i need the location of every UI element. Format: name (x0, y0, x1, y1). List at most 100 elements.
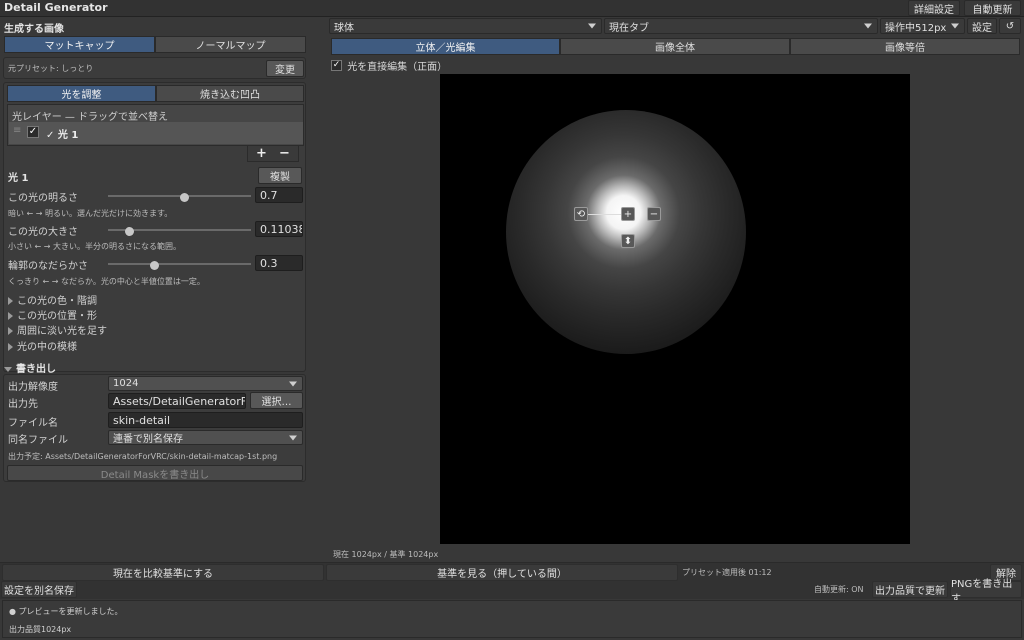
chevron-down-icon (289, 381, 297, 386)
preset-row: 元プリセット: しっとり 変更 (3, 57, 306, 79)
auto-update-status: 自動更新: ON (814, 585, 864, 594)
softness-slider[interactable] (108, 261, 251, 273)
browse-button[interactable]: 選択… (250, 392, 303, 409)
layer-add-remove: + − (247, 145, 299, 162)
update-quality-button[interactable]: 出力品質で更新 (872, 581, 948, 598)
layer-visible-checkbox[interactable]: ✓ (27, 126, 39, 138)
vertical-handle-icon[interactable]: ⬍ (621, 234, 635, 248)
window-title: Detail Generator (4, 1, 108, 14)
add-layer-button[interactable]: + (256, 146, 267, 161)
advanced-settings-button[interactable]: 詳細設定 (908, 0, 960, 16)
tab-whole-image[interactable]: 画像全体 (560, 38, 790, 55)
resolution-value: 1024 (113, 378, 139, 389)
tab-bake-relief[interactable]: 焼き込む凹凸 (156, 85, 304, 102)
shape-value: 球体 (334, 22, 354, 34)
softness-field[interactable]: 0.3 (255, 255, 303, 271)
info-bullet-icon: ● (9, 607, 19, 616)
resolution-dropdown[interactable]: 1024 (108, 376, 303, 391)
tab-3d-light-edit[interactable]: 立体／光編集 (331, 38, 560, 55)
fold-ambient[interactable]: 周囲に淡い光を足す (8, 322, 107, 337)
fold-arrow-icon (8, 343, 13, 351)
softness-label: 輪郭のなだらかさ (8, 261, 88, 272)
rotate-handle-icon[interactable]: ⟲ (574, 207, 588, 221)
log-line-2: 出力品質1024px (9, 625, 72, 634)
preview-resolution-value: 操作中512px (885, 22, 947, 34)
brightness-label: この光の明るさ (8, 193, 78, 204)
log-panel: ● プレビューを更新しました。 出力品質1024px (2, 600, 1022, 638)
log-line-1: ● プレビューを更新しました。 (9, 606, 123, 617)
preset-time: プリセット適用後 01:12 (682, 568, 772, 577)
fold-color[interactable]: この光の色・階調 (8, 292, 97, 307)
chevron-down-icon (289, 435, 297, 440)
scale-handle-icon[interactable]: − (647, 207, 661, 221)
layer-item-label: ✓ 光 1 (46, 130, 79, 141)
export-mask-button[interactable]: Detail Maskを書き出し (7, 465, 303, 481)
filename-label: ファイル名 (8, 418, 58, 429)
brightness-field[interactable]: 0.7 (255, 187, 303, 203)
fold-pattern[interactable]: 光の中の模様 (8, 338, 77, 353)
refresh-icon[interactable]: ↺ (999, 18, 1021, 34)
fold-position[interactable]: この光の位置・形 (8, 307, 97, 322)
size-slider[interactable] (108, 227, 251, 239)
direct-edit-label: 光を直接編集（正面） (347, 62, 448, 73)
brightness-hint: 暗い ← → 明るい。選んだ光だけに効きます。 (8, 209, 173, 218)
drag-handle-icon[interactable]: ≡ (13, 125, 21, 136)
dest-label: 出力先 (8, 399, 38, 410)
preview-resolution-dropdown[interactable]: 操作中512px (880, 18, 965, 34)
direct-edit-checkbox[interactable]: ✓ (331, 60, 342, 71)
log-text-1: プレビューを更新しました。 (18, 607, 123, 616)
direct-edit-checkbox-row[interactable]: ✓ 光を直接編集（正面） (331, 58, 447, 73)
preview-canvas[interactable]: ⟲ + − ⬍ (440, 74, 910, 544)
set-baseline-button[interactable]: 現在を比較基準にする (2, 564, 324, 581)
brightness-slider-knob[interactable] (180, 193, 190, 202)
same-name-value: 連番で別名保存 (113, 434, 183, 445)
layer-item[interactable]: ≡ ✓ ✓ 光 1 (9, 122, 303, 144)
compare-bar: 現在を比較基準にする 基準を見る（押している間） プリセット適用後 01:12 … (0, 562, 1024, 581)
duplicate-button[interactable]: 複製 (258, 167, 302, 184)
chevron-down-icon (588, 23, 596, 29)
tab-normal-map[interactable]: ノーマルマップ (155, 36, 306, 53)
light-panel: 光を調整 焼き込む凹凸 光レイヤー — ドラッグで並べ替え ≡ ✓ ✓ 光 1 … (3, 82, 306, 372)
size-field[interactable]: 0.110386 (255, 221, 303, 237)
export-png-button[interactable]: PNGを書き出す (950, 579, 1022, 605)
preset-label: 元プリセット: しっとり (8, 64, 94, 73)
shape-dropdown[interactable]: 球体 (329, 18, 602, 34)
section-generate-title: 生成する画像 (4, 24, 64, 35)
dest-field[interactable]: Assets/DetailGeneratorForVRC (108, 393, 246, 409)
softness-slider-knob[interactable] (149, 261, 159, 270)
same-name-dropdown[interactable]: 連番で別名保存 (108, 430, 303, 445)
planned-path: 出力予定: Assets/DetailGeneratorForVRC/skin-… (8, 452, 278, 461)
title-bar: Detail Generator 詳細設定 自動更新 (0, 0, 1024, 17)
tab-adjust-light[interactable]: 光を調整 (7, 85, 156, 102)
move-handle-icon[interactable]: + (621, 207, 635, 221)
fold-arrow-icon (8, 327, 13, 335)
size-info: 現在 1024px / 基準 1024px (333, 550, 439, 559)
view-baseline-button[interactable]: 基準を見る（押している間） (326, 564, 678, 581)
settings-button[interactable]: 設定 (967, 18, 997, 34)
chevron-down-icon (864, 23, 872, 29)
brightness-slider[interactable] (108, 193, 251, 205)
filename-field[interactable]: skin-detail (108, 412, 303, 428)
size-label: この光の大きさ (8, 227, 78, 238)
auto-update-button[interactable]: 自動更新 (964, 0, 1021, 16)
size-slider-knob[interactable] (125, 227, 135, 236)
light-gizmo-line (588, 214, 622, 215)
fold-arrow-icon (8, 297, 13, 305)
matcap-sphere (506, 110, 746, 354)
resolution-label: 出力解像度 (8, 382, 58, 393)
fold-color-label: この光の色・階調 (17, 296, 97, 307)
remove-layer-button[interactable]: − (279, 146, 290, 161)
save-settings-as-button[interactable]: 設定を別名保存 (1, 581, 77, 598)
fold-position-label: この光の位置・形 (17, 311, 97, 322)
export-header[interactable]: 書き出し (4, 360, 56, 375)
softness-hint: くっきり ← → なだらか。光の中心と半値位置は一定。 (8, 277, 205, 286)
same-name-label: 同名ファイル (8, 435, 68, 446)
fold-pattern-label: 光の中の模様 (17, 342, 77, 353)
tab-actual-size[interactable]: 画像等倍 (790, 38, 1020, 55)
tab-matcap[interactable]: マットキャップ (4, 36, 155, 53)
light-title: 光 1 (8, 173, 29, 184)
fold-open-icon (4, 366, 12, 372)
action-bar: 設定を別名保存 自動更新: ON 出力品質で更新 PNGを書き出す (0, 579, 1024, 605)
target-dropdown[interactable]: 現在タブ (604, 18, 878, 34)
change-preset-button[interactable]: 変更 (266, 60, 304, 77)
